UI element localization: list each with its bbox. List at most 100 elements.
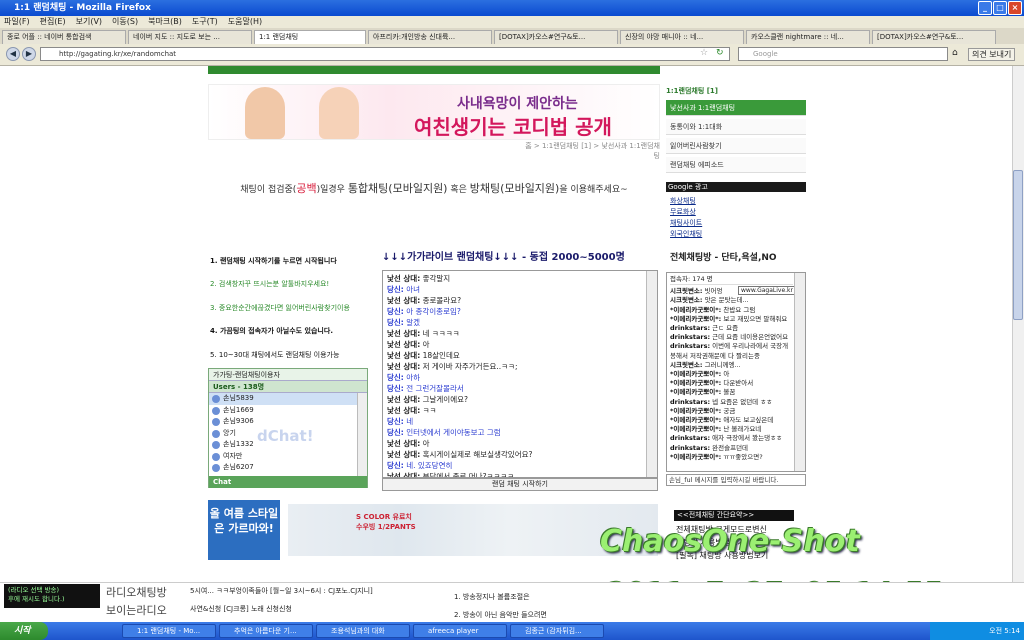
reload-icon[interactable]: ↻ <box>716 48 724 58</box>
browser-tab[interactable]: 아프리카:개인방송 신대륙... <box>368 30 492 44</box>
chat-text: 좋각말지 <box>422 274 451 283</box>
menu-item[interactable]: 도구(T) <box>192 16 218 28</box>
user-list-item[interactable]: 손님6207 <box>209 462 367 474</box>
step-instruction[interactable]: 2. 검색창자꾸 뜨시는분 알툴바지우세요! <box>210 279 385 289</box>
browser-tab[interactable]: [DOTAX]카오스#연구&토... <box>872 30 996 44</box>
public-chat-text: ㅠㅠ좋았으면? <box>723 452 763 461</box>
google-ad-link[interactable]: 채팅사이트 <box>670 218 702 228</box>
home-icon[interactable]: ⌂ <box>952 48 958 58</box>
public-chat-text: 아 <box>723 370 730 379</box>
taskbar-task[interactable]: 김종근 (감자튀김... <box>510 624 604 638</box>
radio-ticker: 5시여... ㅋㅋ부엉이족들아 [월~일 3시~6시 : CJ포노.CJ지니] <box>190 587 373 595</box>
public-chat-message: drinkstars: 완전슬프던데 <box>670 444 793 453</box>
start-button[interactable]: 시작 <box>0 622 48 640</box>
browser-tab[interactable]: 신장의 야망 매니아 :: 네... <box>620 30 744 44</box>
user-list-item[interactable]: 손님5839 <box>209 393 367 405</box>
public-chat-message: *이메리카굿뽀이*: ㅠㅠ좋았으면? <box>670 453 793 462</box>
taskbar-task[interactable]: afreeca player <box>413 624 507 638</box>
chat-text: ㅋㅋ <box>422 406 437 415</box>
radio-notice-2: 2. 방송이 아닌 음악만 들으려면 <box>454 611 547 619</box>
chat-text: 네. 있죠당연히 <box>406 461 453 470</box>
chat-sender: 낯선 상대: <box>387 351 421 360</box>
taskbar-task[interactable]: 추억은 아름다운 기... <box>219 624 313 638</box>
sidebar-item[interactable]: 낯선사과 1:1랜덤채팅 <box>666 100 806 116</box>
public-chat-input[interactable]: 손님_ful 메시지를 입력하시길 바랍니다. <box>666 474 806 486</box>
chat-text: 18살인데요 <box>422 351 460 360</box>
browser-tab[interactable]: [DOTAX]카오스#연구&토... <box>494 30 618 44</box>
user-name: 앙기 <box>223 428 236 437</box>
back-icon[interactable]: ◀ <box>6 47 20 61</box>
visible-radio-link[interactable]: 보이는라디오 <box>106 602 167 618</box>
chat-text: 아 <box>422 439 430 448</box>
menu-item[interactable]: 도움말(H) <box>228 16 262 28</box>
public-chat-sender: 시크릿변소: <box>670 360 703 369</box>
step-instruction: 1. 랜덤채팅 시작하기를 누르면 시작됩니다 <box>210 257 337 265</box>
user-list-item[interactable]: 손님1669 <box>209 405 367 417</box>
chat-sender: 낯선 상대: <box>387 439 421 448</box>
forward-icon[interactable]: ▶ <box>22 47 36 61</box>
page-scrollbar-thumb[interactable] <box>1013 170 1023 320</box>
chat-sender: 낯선 상대: <box>387 406 421 415</box>
chat-text: 네 ㅋㅋㅋㅋ <box>422 329 460 338</box>
user-name: 손님9306 <box>223 417 254 425</box>
public-chat-sender: *이메리카굿뽀이*: <box>670 388 722 397</box>
address-bar[interactable]: http://gagating.kr/xe/randomchat <box>40 47 730 61</box>
public-chat-text: 근ㄷ 요즘 <box>712 324 739 333</box>
radio-chat-link[interactable]: 라디오채팅방 <box>106 584 167 600</box>
minimize-button[interactable]: _ <box>978 1 992 15</box>
feedback-button[interactable]: 의견 보내기 <box>968 48 1016 61</box>
menu-item[interactable]: 보기(V) <box>76 16 102 28</box>
public-chat-message: *이메리카굿뽀이*: 애자도 보고싶은데 <box>670 416 793 425</box>
radio-player[interactable]: (라디오 선택 방송) 후에 재시도 합니다.) <box>4 584 100 608</box>
google-ad-link[interactable]: 무료화상 <box>670 207 696 217</box>
bookmark-star-icon[interactable]: ☆ <box>700 48 708 58</box>
sidebar-item[interactable]: 동통이와 1:1대화 <box>666 119 806 135</box>
browser-tab[interactable]: 종로 어플 :: 네이버 통합검색 <box>2 30 126 44</box>
fashion-ad[interactable]: 올 여름 스타일은 가르마와! S COLOR 유료치수우빙 1/2PANTS <box>208 500 660 560</box>
sidebar-item[interactable]: 랜덤채팅 에피소드 <box>666 157 806 173</box>
taskbar-task[interactable]: 조용석님과의 대화 <box>316 624 410 638</box>
close-button[interactable]: × <box>1008 1 1022 15</box>
chat-sender: 당신: <box>387 318 404 327</box>
search-input[interactable]: Google <box>738 47 948 61</box>
chat-sender: 낯선 상대: <box>387 274 421 283</box>
public-chat-text: 완전슬프던데 <box>712 443 749 452</box>
step-instruction[interactable]: 4. 가끔팅의 접속자가 아닐수도 있습니다. <box>210 326 385 336</box>
link-integrated-chat[interactable]: 통합채팅(모바일지원) <box>348 182 448 195</box>
menu-item[interactable]: 북마크(B) <box>148 16 182 28</box>
step-instruction[interactable]: 5. 10~30대 채팅에서도 랜덤채팅 이용가능 <box>210 350 385 360</box>
taskbar-task[interactable]: 1:1 랜덤채팅 - Mo... <box>122 624 216 638</box>
watermark-title: ChaosOne-Shot <box>600 524 860 559</box>
page-scrollbar[interactable] <box>1012 66 1024 582</box>
user-list-scrollbar[interactable] <box>357 393 367 476</box>
chat-sender: 낯선 상대: <box>387 340 421 349</box>
link-room-chat[interactable]: 방채팅(모바일지원) <box>470 182 560 195</box>
chat-scrollbar[interactable] <box>646 271 657 477</box>
step-instruction[interactable]: 3. 중요한순간에끊겼다면 잃어버린사람찾기이용 <box>210 303 385 313</box>
user-name: 손님1332 <box>223 440 254 448</box>
clock: 오전 5:14 <box>989 627 1020 635</box>
browser-tab[interactable]: 1:1 랜덤채팅 <box>254 30 366 44</box>
user-list-item[interactable]: 여자만 <box>209 451 367 463</box>
user-list-panel: 가가팅-랜덤채팅이용자 Users - 138명 손님5839 손님1669 손님9… <box>208 368 368 488</box>
menu-item[interactable]: 이동(S) <box>112 16 138 28</box>
banner-ad[interactable]: 사내욕망이 제안하는 여친생기는 코디법 공개 <box>208 84 660 140</box>
chat-message: 낯선 상대: 네 ㅋㅋㅋㅋ <box>387 328 645 339</box>
public-chat-sender: *이메리카굿뽀이*: <box>670 314 722 323</box>
maximize-button[interactable]: □ <box>993 1 1007 15</box>
top-nav-strip[interactable] <box>208 66 660 74</box>
system-tray: 오전 5:14 <box>930 622 1024 640</box>
google-ad-link[interactable]: 화상채팅 <box>670 196 696 206</box>
public-chat-scrollbar[interactable] <box>794 273 805 471</box>
sidebar-item[interactable]: 잃어버린사람찾기 <box>666 138 806 154</box>
chat-message: 낯선 상대: 분당에서 종로 머나?ㅋㅋㅋㅋ <box>387 471 645 477</box>
chat-footer[interactable]: Chat <box>209 476 367 488</box>
start-random-chat-button[interactable]: 랜덤 채팅 시작하기 <box>382 478 658 491</box>
browser-tab[interactable]: 카오스클랜 nightmare :: 네... <box>746 30 870 44</box>
google-ad-link[interactable]: 외국인채팅 <box>670 229 702 239</box>
menu-item[interactable]: 편집(E) <box>40 16 66 28</box>
user-list-item[interactable]: 손님9306 <box>209 416 367 428</box>
menu-item[interactable]: 파일(F) <box>4 16 30 28</box>
chat-sender: 낯선 상대: <box>387 329 421 338</box>
browser-tab[interactable]: 네이버 지도 :: 지도로 보는 ... <box>128 30 252 44</box>
